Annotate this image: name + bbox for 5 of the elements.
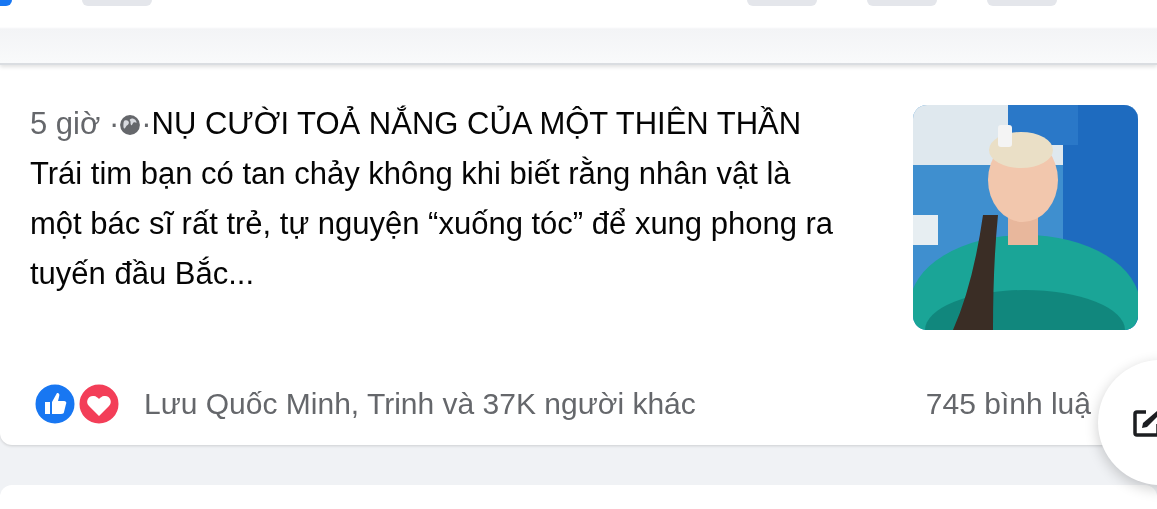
globe-icon [119, 114, 142, 136]
compose-icon [1132, 407, 1157, 438]
post-text: 5 giờ · ·NỤ CƯỜI TOẢ NẮNG CỦA MỘT THIÊN THẦN Trái tim bạn có tan chảy không khi biết rằng nhân vật là một bác sĩ rất trẻ, tự nguyện “xuống tóc” để xung phong ra tuyến đầu Bắc... [30, 104, 835, 293]
reaction-names[interactable]: Lưu Quốc Minh, Trinh và 37K người khác [144, 387, 696, 421]
comment-count[interactable]: 745 bình luậ [925, 387, 1091, 421]
